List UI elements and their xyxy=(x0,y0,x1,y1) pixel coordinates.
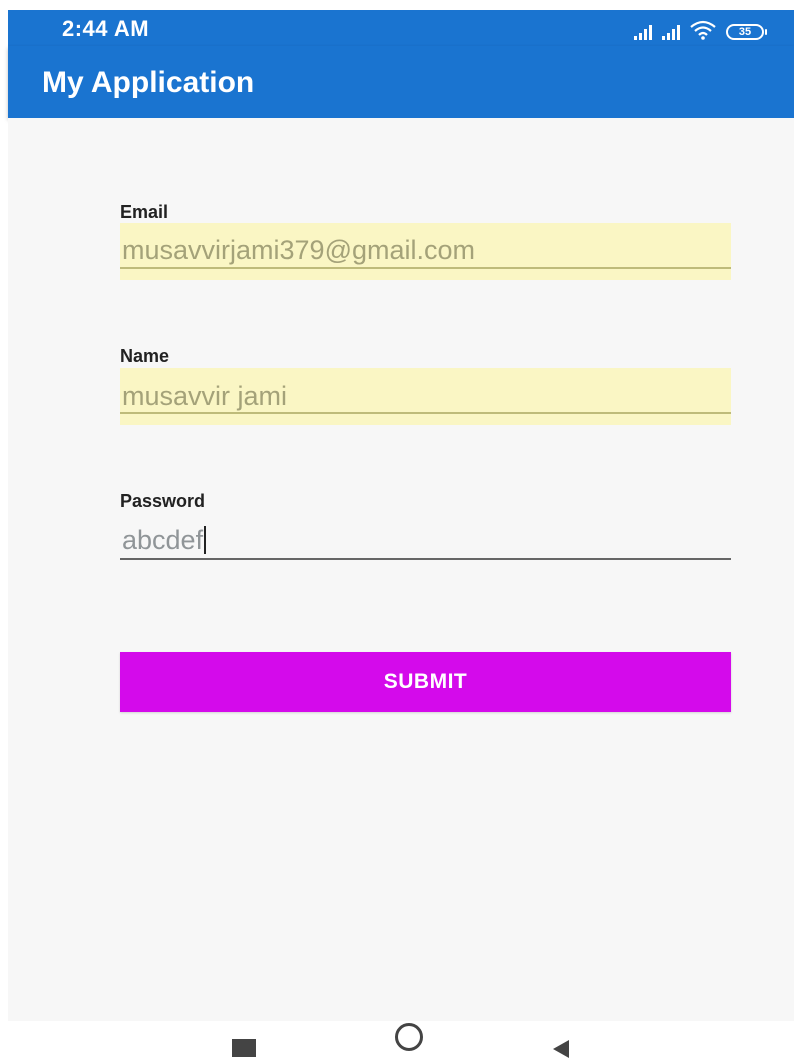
password-field[interactable]: abcdef xyxy=(120,516,731,560)
home-icon[interactable] xyxy=(395,1023,423,1051)
status-icons: 35 xyxy=(634,18,767,40)
password-underline xyxy=(120,558,731,560)
app-title: My Application xyxy=(42,66,255,99)
name-label: Name xyxy=(120,346,170,366)
name-field[interactable]: musavvir jami xyxy=(120,368,731,425)
text-cursor xyxy=(204,526,207,554)
signal-icon xyxy=(662,24,680,40)
submit-button[interactable]: SUBMIT xyxy=(120,652,731,712)
email-underline xyxy=(120,267,731,269)
name-value: musavvir jami xyxy=(122,381,288,411)
password-label: Password xyxy=(120,491,206,511)
password-value: abcdef xyxy=(122,525,204,555)
form-container: Email musavvirjami379@gmail.com Name mus… xyxy=(8,118,794,1021)
battery-icon: 35 xyxy=(726,24,767,40)
name-underline xyxy=(120,412,731,414)
email-value: musavvirjami379@gmail.com xyxy=(122,235,476,265)
email-field[interactable]: musavvirjami379@gmail.com xyxy=(120,223,731,280)
signal-icon xyxy=(634,24,652,40)
navigation-bar xyxy=(8,1021,794,1058)
status-bar: 2:44 AM 35 xyxy=(8,10,794,46)
status-time: 2:44 AM xyxy=(62,16,150,41)
app-bar: My Application xyxy=(8,46,794,118)
wifi-icon xyxy=(690,20,716,40)
recent-apps-icon[interactable] xyxy=(232,1039,256,1057)
back-icon[interactable] xyxy=(553,1040,569,1058)
email-label: Email xyxy=(120,202,169,222)
